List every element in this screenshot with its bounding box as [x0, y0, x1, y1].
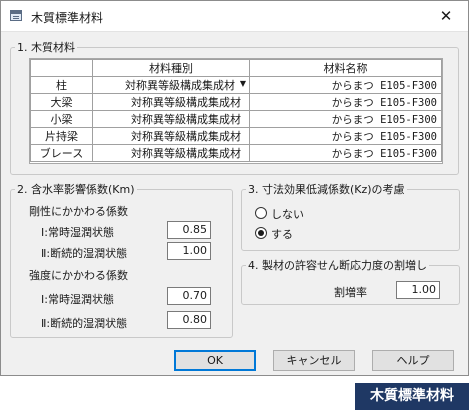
- material-type-cell[interactable]: 対称異等級構成集成材: [92, 127, 250, 145]
- table-header-row: 材料種別 材料名称: [30, 59, 442, 77]
- stiffness-intermittent-label: Ⅱ:断続的湿潤状態: [41, 247, 128, 260]
- radio-consider-no[interactable]: [255, 207, 267, 219]
- window-app-icon: [10, 10, 22, 21]
- table-row: ブレース 対称異等級構成集成材 からまつ E105-F300: [30, 144, 442, 162]
- material-name-cell[interactable]: からまつ E105-F300: [249, 144, 442, 162]
- wood-material-legend: 1. 木質材料: [17, 41, 75, 54]
- material-type-value: 対称異等級構成集成材: [125, 79, 235, 92]
- row-header: 柱: [30, 76, 93, 94]
- material-name-cell[interactable]: からまつ E105-F300: [249, 110, 442, 128]
- stiffness-wet-label: Ⅰ:常時湿潤状態: [41, 226, 114, 239]
- help-button[interactable]: ヘルプ: [372, 350, 454, 371]
- column-header-name: 材料名称: [249, 59, 442, 77]
- shear-increase-legend: 4. 製材の許容せん断応力度の割増し: [248, 259, 427, 272]
- material-name-cell[interactable]: からまつ E105-F300: [249, 93, 442, 111]
- radio-consider-yes[interactable]: [255, 227, 267, 239]
- row-header: ブレース: [30, 144, 93, 162]
- caption-label: 木質標準材料: [355, 383, 469, 410]
- strength-wet-label: Ⅰ:常時湿潤状態: [41, 293, 114, 306]
- column-header-type: 材料種別: [92, 59, 250, 77]
- strength-wet-input[interactable]: 0.70: [167, 287, 211, 305]
- table-row: 柱 対称異等級構成集成材 ▼ からまつ E105-F300: [30, 76, 442, 94]
- material-dialog: 木質標準材料 ✕ 1. 木質材料 材料種別 材料名称 柱 対称異等級構成集成材 ▼…: [0, 0, 469, 376]
- material-name-cell[interactable]: からまつ E105-F300: [249, 76, 442, 94]
- size-effect-legend: 3. 寸法効果低減係数(Kz)の考慮: [248, 183, 405, 196]
- window-title: 木質標準材料: [31, 11, 104, 25]
- radio-consider-yes-label[interactable]: する: [271, 226, 293, 242]
- strength-intermittent-label: Ⅱ:断続的湿潤状態: [41, 317, 128, 330]
- stiffness-factor-label: 剛性にかかわる係数: [29, 205, 128, 218]
- material-name-cell[interactable]: からまつ E105-F300: [249, 127, 442, 145]
- table-row: 片持梁 対称異等級構成集成材 からまつ E105-F300: [30, 127, 442, 145]
- material-type-cell[interactable]: 対称異等級構成集成材: [92, 144, 250, 162]
- row-header: 小梁: [30, 110, 93, 128]
- table-row: 小梁 対称異等級構成集成材 からまつ E105-F300: [30, 110, 442, 128]
- radio-consider-no-label[interactable]: しない: [271, 206, 304, 222]
- dropdown-arrow-icon[interactable]: ▼: [240, 79, 246, 88]
- material-table: 材料種別 材料名称 柱 対称異等級構成集成材 ▼ からまつ E105-F300 大…: [29, 58, 443, 164]
- stiffness-wet-input[interactable]: 0.85: [167, 221, 211, 239]
- increase-ratio-label: 割増率: [334, 286, 367, 299]
- table-row: 大梁 対称異等級構成集成材 からまつ E105-F300: [30, 93, 442, 111]
- material-type-select[interactable]: 対称異等級構成集成材 ▼: [92, 76, 250, 94]
- cancel-button[interactable]: キャンセル: [273, 350, 355, 371]
- moisture-factor-legend: 2. 含水率影響係数(Km): [17, 183, 135, 196]
- material-type-cell[interactable]: 対称異等級構成集成材: [92, 110, 250, 128]
- row-header: 大梁: [30, 93, 93, 111]
- ok-button[interactable]: OK: [174, 350, 256, 371]
- strength-factor-label: 強度にかかわる係数: [29, 269, 128, 282]
- close-button[interactable]: ✕: [424, 1, 468, 31]
- title-bar: 木質標準材料 ✕: [1, 1, 468, 32]
- column-header-corner: [30, 59, 93, 77]
- material-type-cell[interactable]: 対称異等級構成集成材: [92, 93, 250, 111]
- stiffness-intermittent-input[interactable]: 1.00: [167, 242, 211, 260]
- row-header: 片持梁: [30, 127, 93, 145]
- strength-intermittent-input[interactable]: 0.80: [167, 311, 211, 329]
- increase-ratio-input[interactable]: 1.00: [396, 281, 440, 299]
